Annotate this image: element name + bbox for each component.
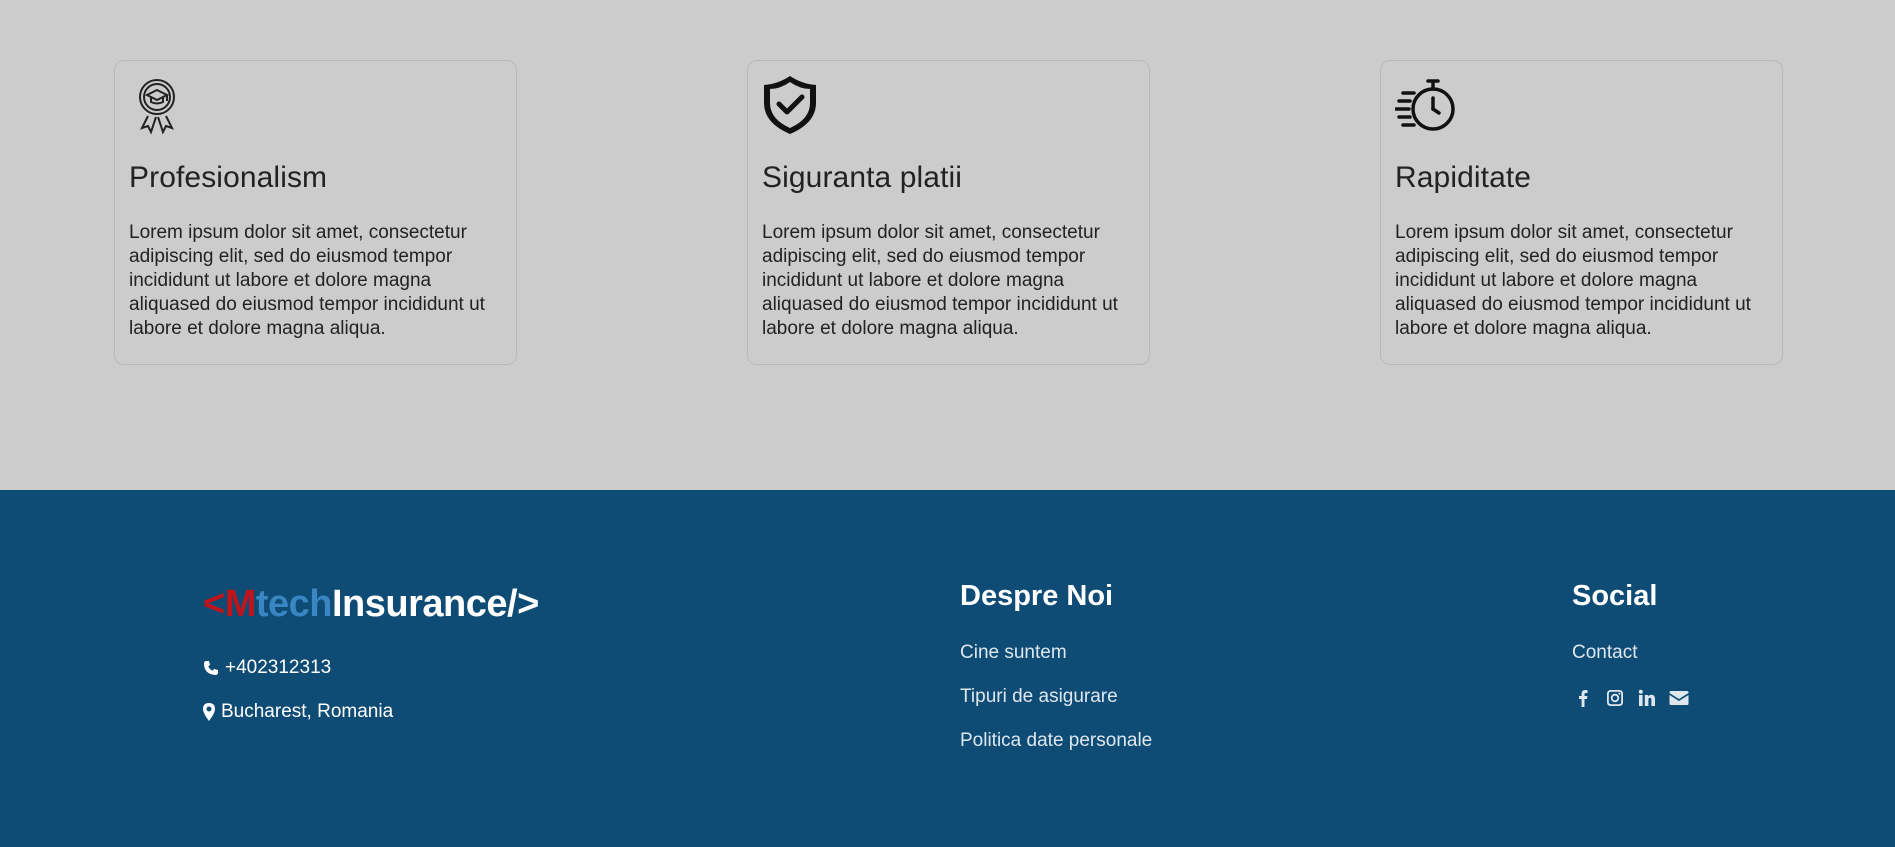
feature-card-rapiditate: Rapiditate Lorem ipsum dolor sit amet, c…: [1380, 60, 1783, 365]
feature-description: Lorem ipsum dolor sit amet, consectetur …: [762, 222, 1118, 339]
shield-check-icon: [764, 76, 816, 134]
envelope-icon[interactable]: [1668, 687, 1690, 709]
social-heading: Social: [1572, 580, 1658, 612]
phone-number: +402312313: [225, 657, 332, 678]
feature-description: Lorem ipsum dolor sit amet, consectetur …: [129, 222, 485, 339]
about-heading: Despre Noi: [960, 580, 1114, 612]
award-graduation-icon: [139, 79, 175, 135]
logo-bracket: <: [203, 583, 225, 625]
feature-title: Siguranta platii: [762, 161, 963, 194]
phone-icon: [204, 661, 218, 675]
instagram-icon[interactable]: [1604, 687, 1626, 709]
feature-card-siguranta: Siguranta platii Lorem ipsum dolor sit a…: [747, 60, 1150, 365]
social-icons: [1572, 687, 1690, 709]
logo-insurance: Insurance/>: [332, 583, 539, 625]
link-cine-suntem[interactable]: Cine suntem: [960, 642, 1067, 664]
linkedin-icon[interactable]: [1636, 687, 1658, 709]
facebook-icon[interactable]: [1572, 687, 1594, 709]
stopwatch-fast-icon: [1395, 79, 1455, 131]
map-marker-icon: [203, 703, 215, 721]
features-section: Profesionalism Lorem ipsum dolor sit ame…: [0, 0, 1895, 490]
feature-description: Lorem ipsum dolor sit amet, consectetur …: [1395, 222, 1751, 339]
site-footer: <MtechInsurance/> +402312313 Bucharest, …: [0, 490, 1895, 847]
link-politica-date[interactable]: Politica date personale: [960, 730, 1152, 752]
logo-tech: tech: [255, 583, 333, 625]
address-line: Bucharest, Romania: [203, 701, 393, 723]
address-text: Bucharest, Romania: [221, 701, 394, 722]
link-contact[interactable]: Contact: [1572, 642, 1637, 664]
feature-title: Profesionalism: [129, 161, 328, 194]
feature-card-profesionalism: Profesionalism Lorem ipsum dolor sit ame…: [114, 60, 517, 365]
feature-title: Rapiditate: [1395, 161, 1532, 194]
brand-logo[interactable]: <MtechInsurance/>: [203, 583, 539, 626]
phone-line: +402312313: [203, 657, 331, 679]
logo-m: M: [224, 583, 257, 625]
link-tipuri-asigurare[interactable]: Tipuri de asigurare: [960, 686, 1118, 708]
